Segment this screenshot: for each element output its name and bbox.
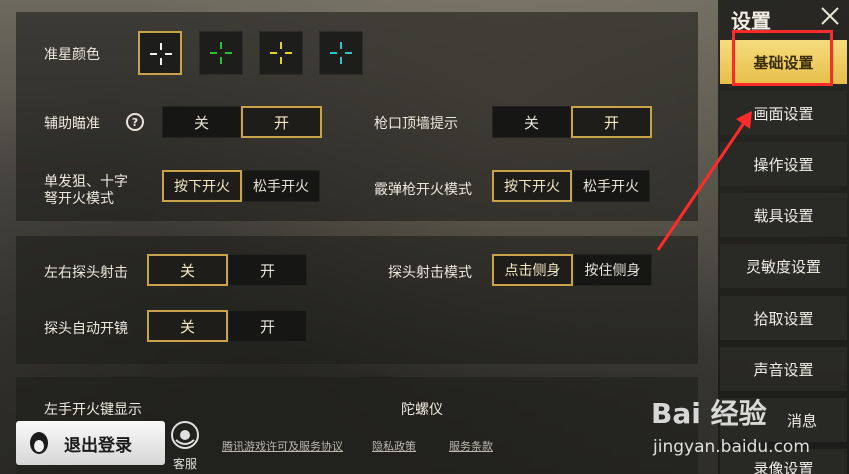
- muzzle-wall-off[interactable]: 关: [492, 106, 571, 138]
- logout-label: 退出登录: [64, 435, 132, 456]
- shotgun-fire-press[interactable]: 按下开火: [492, 170, 572, 202]
- crosshair-swatch-cyan[interactable]: [319, 31, 363, 75]
- crosshair-swatch-white[interactable]: [138, 31, 182, 75]
- aim-assist-toggle: 关 开: [162, 106, 322, 138]
- yellow-crosshair-icon: [270, 42, 292, 64]
- crosshair-color-label: 准星颜色: [44, 47, 100, 63]
- peek-shoot-off[interactable]: 关: [147, 254, 228, 286]
- muzzle-wall-on[interactable]: 开: [571, 106, 652, 138]
- highlight-box: [732, 30, 833, 86]
- customer-service-label: 客服: [172, 457, 197, 471]
- white-crosshair-icon: [150, 43, 172, 65]
- customer-service-button[interactable]: 客服: [168, 420, 202, 472]
- peek-scope-label: 探头自动开镜: [44, 321, 128, 337]
- muzzle-wall-label: 枪口顶墙提示: [374, 116, 458, 132]
- peek-shoot-toggle: 关 开: [147, 254, 307, 286]
- muzzle-wall-toggle: 关 开: [492, 106, 652, 138]
- peek-shoot-on[interactable]: 开: [228, 254, 307, 286]
- sidebar-item-pickup[interactable]: 拾取设置: [720, 296, 847, 340]
- headset-icon: [171, 421, 199, 449]
- watermark-url: jingyan.baidu.com: [653, 437, 810, 457]
- terms-link[interactable]: 服务条款: [449, 438, 493, 454]
- shotgun-fire-label: 霰弹枪开火模式: [374, 182, 472, 198]
- green-crosshair-icon: [210, 42, 232, 64]
- peek-mode-tap[interactable]: 点击侧身: [492, 254, 573, 286]
- peek-scope-on[interactable]: 开: [228, 310, 307, 342]
- peek-mode-hold[interactable]: 按住侧身: [573, 254, 652, 286]
- watermark-logo: Bai 经验: [651, 397, 767, 430]
- peek-scope-toggle: 关 开: [147, 310, 307, 342]
- privacy-link[interactable]: 隐私政策: [372, 438, 416, 454]
- crosshair-swatch-yellow[interactable]: [259, 31, 303, 75]
- peek-shoot-label: 左右探头射击: [44, 265, 128, 281]
- shotgun-fire-release[interactable]: 松手开火: [572, 170, 650, 202]
- license-link[interactable]: 腾讯游戏许可及服务协议: [222, 438, 343, 454]
- peek-mode-toggle: 点击侧身 按住侧身: [492, 254, 652, 286]
- shotgun-fire-toggle: 按下开火 松手开火: [492, 170, 650, 202]
- red-arrow-icon: [656, 111, 752, 251]
- logout-button[interactable]: 退出登录: [16, 421, 165, 465]
- left-fire-label: 左手开火键显示: [44, 402, 142, 418]
- peek-mode-label: 探头射击模式: [388, 265, 472, 281]
- qq-penguin-icon: [30, 432, 48, 454]
- cyan-crosshair-icon: [330, 42, 352, 64]
- peek-scope-off[interactable]: 关: [147, 310, 228, 342]
- sniper-fire-release[interactable]: 松手开火: [242, 170, 320, 202]
- help-icon[interactable]: ?: [126, 113, 144, 131]
- aim-assist-on[interactable]: 开: [241, 106, 322, 138]
- close-icon[interactable]: [820, 6, 840, 30]
- sniper-fire-toggle: 按下开火 松手开火: [162, 170, 320, 202]
- crosshair-swatch-green[interactable]: [199, 31, 243, 75]
- sniper-fire-press[interactable]: 按下开火: [162, 170, 242, 202]
- aim-assist-label: 辅助瞄准: [44, 116, 100, 132]
- gyro-label: 陀螺仪: [401, 402, 443, 418]
- sidebar-item-audio[interactable]: 声音设置: [720, 347, 847, 391]
- sniper-fire-label-line2: 弩开火模式: [44, 191, 114, 207]
- aim-assist-off[interactable]: 关: [162, 106, 241, 138]
